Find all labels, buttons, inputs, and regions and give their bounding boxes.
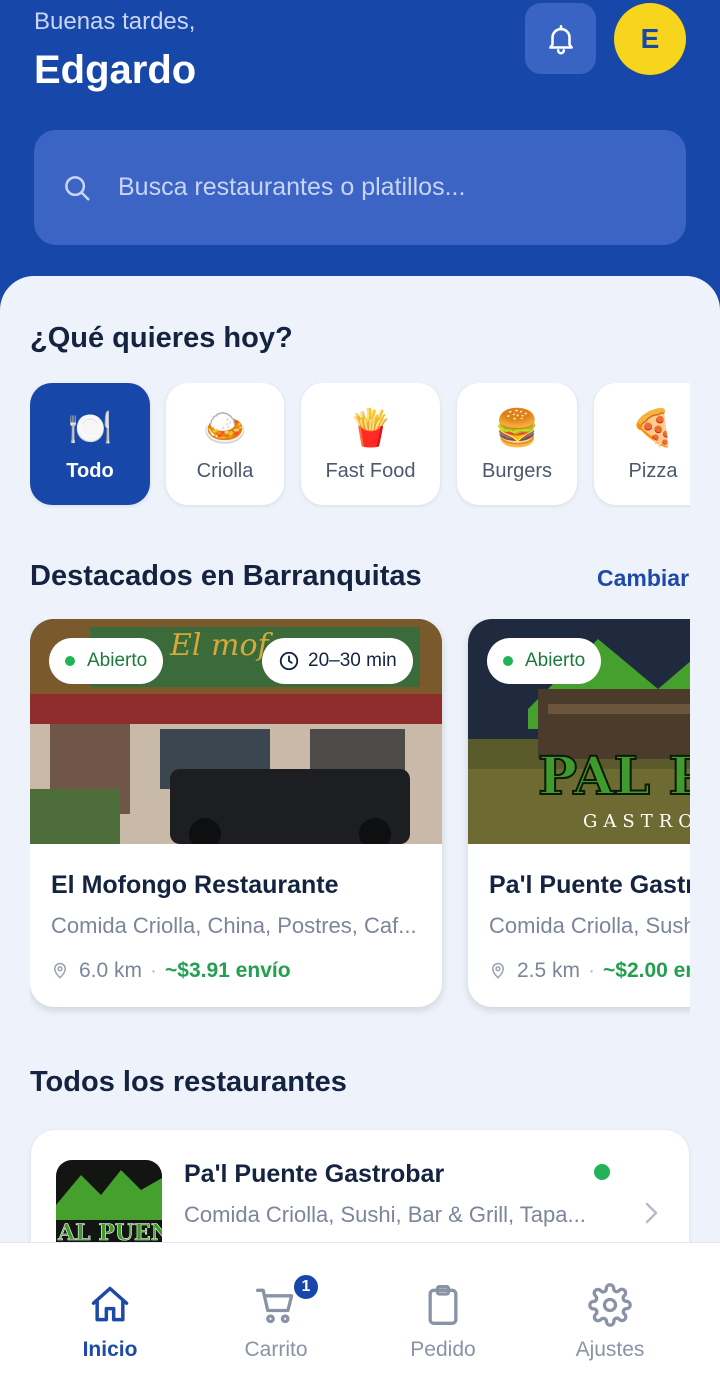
nav-carrito[interactable]: 1 Carrito xyxy=(186,1243,366,1400)
category-todo[interactable]: 🍽️ Todo xyxy=(30,383,150,505)
category-pizza[interactable]: 🍕 Pizza xyxy=(594,383,690,505)
featured-title: Destacados en Barranquitas xyxy=(30,560,422,592)
open-status-dot xyxy=(594,1164,610,1180)
nav-pedido[interactable]: Pedido xyxy=(353,1243,533,1400)
location-pin-icon xyxy=(491,962,505,979)
category-burgers[interactable]: 🍔 Burgers xyxy=(457,383,577,505)
category-list[interactable]: 🍽️ Todo 🍛 Criolla 🍟 Fast Food 🍔 Burgers … xyxy=(30,383,690,508)
delivery-time: 20–30 min xyxy=(308,650,397,671)
separator-dot: · xyxy=(588,959,596,982)
restaurant-name: Pa'l Puente Gastrobar xyxy=(184,1160,445,1188)
curry-icon: 🍛 xyxy=(202,406,248,448)
cart-count-badge: 1 xyxy=(292,1273,320,1301)
restaurant-meta: 2.5 km · ~$2.00 envío xyxy=(489,959,690,983)
category-label: Todo xyxy=(66,459,114,482)
featured-card[interactable]: PAL PU GASTRO Abierto Pa'l Puente Gastro… xyxy=(468,619,690,1007)
category-label: Criolla xyxy=(196,459,254,482)
nav-label: Ajustes xyxy=(575,1338,645,1361)
restaurant-cuisine: Comida Criolla, China, Postres, Caf... xyxy=(51,913,417,938)
all-restaurants-title: Todos los restaurantes xyxy=(30,1066,347,1098)
user-name: Edgardo xyxy=(34,48,197,92)
nav-label: Pedido xyxy=(410,1338,476,1361)
status-badge: Abierto xyxy=(49,638,164,684)
search-placeholder: Busca restaurantes o platillos... xyxy=(118,173,466,201)
plate-icon: 🍽️ xyxy=(67,406,113,448)
search-input[interactable]: Busca restaurantes o platillos... xyxy=(34,130,686,245)
restaurant-name: El Mofongo Restaurante xyxy=(51,871,339,899)
nav-label: Inicio xyxy=(82,1338,138,1361)
category-label: Burgers xyxy=(481,459,553,482)
nav-label: Carrito xyxy=(244,1338,308,1361)
category-criolla[interactable]: 🍛 Criolla xyxy=(166,383,284,505)
category-fast-food[interactable]: 🍟 Fast Food xyxy=(301,383,440,505)
change-location-link[interactable]: Cambiar xyxy=(597,565,689,592)
distance: 2.5 km xyxy=(517,959,581,982)
featured-carousel[interactable]: El mofongo Abierto 20–30 min El Mofongo … xyxy=(30,619,690,1019)
search-icon xyxy=(65,175,90,200)
restaurant-cuisine: Comida Criolla, Sushi, Bar & Grill, Tapa… xyxy=(184,1202,586,1227)
notifications-button[interactable] xyxy=(525,3,596,74)
header: Buenas tardes, Edgardo E Busca restauran… xyxy=(0,0,720,320)
pizza-icon: 🍕 xyxy=(630,406,676,448)
chevron-right-icon xyxy=(645,1202,658,1224)
featured-card[interactable]: El mofongo Abierto 20–30 min El Mofongo … xyxy=(30,619,442,1007)
svg-text:GASTRO: GASTRO xyxy=(583,811,690,832)
status-text: Abierto xyxy=(525,650,586,671)
fries-icon: 🍟 xyxy=(348,406,393,448)
clock-icon xyxy=(279,651,299,671)
greeting: Buenas tardes, xyxy=(34,8,196,35)
delivery-fee: ~$3.91 envío xyxy=(165,959,291,982)
svg-text:PAL PU: PAL PU xyxy=(538,746,690,807)
delivery-fee: ~$2.00 envío xyxy=(603,959,690,982)
nav-inicio[interactable]: Inicio xyxy=(20,1243,200,1400)
location-pin-icon xyxy=(53,962,67,979)
category-label: Pizza xyxy=(628,459,678,482)
restaurant-name: Pa'l Puente Gastrobar xyxy=(489,871,690,899)
restaurant-cuisine: Comida Criolla, Sushi, Bar & Grill, Tapa… xyxy=(489,913,690,938)
separator-dot: · xyxy=(150,959,158,982)
status-text: Abierto xyxy=(87,650,148,671)
home-icon xyxy=(91,1286,129,1322)
category-label: Fast Food xyxy=(325,459,416,482)
open-dot xyxy=(65,656,75,666)
clipboard-icon xyxy=(428,1285,458,1325)
time-badge: 20–30 min xyxy=(262,638,413,684)
status-badge: Abierto xyxy=(487,638,602,684)
bell-icon xyxy=(548,24,573,54)
gear-icon xyxy=(588,1283,632,1327)
avatar[interactable]: E xyxy=(614,3,686,75)
nav-ajustes[interactable]: Ajustes xyxy=(520,1243,700,1400)
categories-title: ¿Qué quieres hoy? xyxy=(30,322,293,354)
distance: 6.0 km xyxy=(79,959,143,982)
burger-icon: 🍔 xyxy=(494,406,540,448)
bottom-nav: Inicio 1 Carrito Pedido Ajustes xyxy=(0,1242,720,1400)
restaurant-meta: 6.0 km · ~$3.91 envío xyxy=(51,959,291,983)
open-dot xyxy=(503,656,513,666)
